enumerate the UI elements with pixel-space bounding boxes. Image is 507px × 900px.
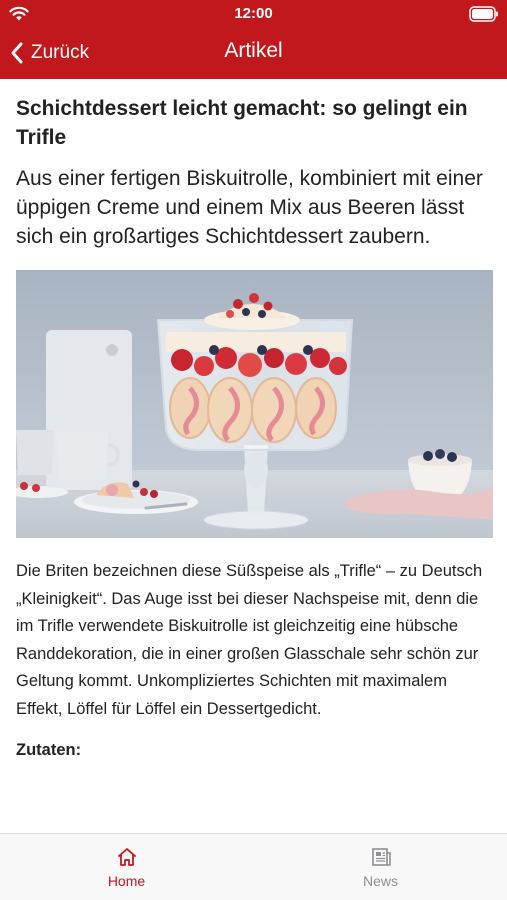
article-headline: Schichtdessert leicht gemacht: so geling…	[16, 97, 468, 149]
battery-icon	[469, 6, 498, 22]
tab-news[interactable]: News	[254, 834, 507, 900]
tab-home-label: Home	[107, 873, 146, 889]
tab-home[interactable]: Home	[0, 834, 253, 900]
nav-bar: Zurück Artikel	[0, 28, 507, 79]
home-icon	[117, 848, 136, 866]
status-time: 12:00	[234, 5, 273, 22]
news-icon	[371, 848, 391, 866]
tab-bar: Home News	[0, 833, 507, 900]
status-bar: 12:00	[0, 0, 507, 28]
article-content[interactable]: Schichtdessert leicht gemacht: so geling…	[16, 79, 493, 833]
article-hero-image	[16, 270, 493, 538]
back-button[interactable]: Zurück	[10, 40, 89, 66]
ingredients-heading: Zutaten:	[16, 741, 82, 759]
article-body: Die Briten bezeichnen diese Süßspeise al…	[16, 562, 483, 718]
tab-news-label: News	[362, 873, 398, 889]
back-button-label: Zurück	[31, 42, 90, 63]
article-lead: Aus einer fertigen Biskuitrolle, kombini…	[16, 167, 483, 248]
chevron-left-icon	[11, 42, 23, 64]
